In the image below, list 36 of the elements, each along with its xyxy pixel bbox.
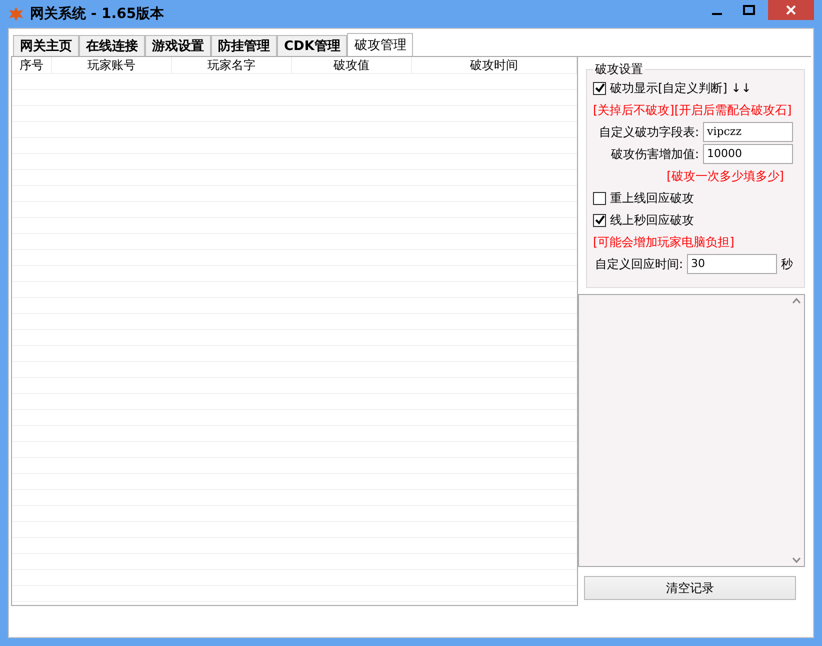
warning-note: [关掉后不破攻][开启后需配合破攻石] <box>593 102 792 118</box>
close-icon <box>786 5 796 15</box>
column-header[interactable]: 玩家名字 <box>172 57 292 73</box>
warning-note: [破攻一次多少填多少] <box>666 168 784 184</box>
column-header[interactable]: 破攻值 <box>292 57 412 73</box>
scroll-up-icon[interactable] <box>792 298 801 304</box>
tab[interactable]: 破攻管理 <box>347 33 414 56</box>
window-title: 网关系统 - 1.65版本 <box>30 5 166 23</box>
tab[interactable]: 防挂管理 <box>211 35 277 56</box>
clear-button[interactable]: 清空记录 <box>584 576 796 600</box>
column-header[interactable]: 玩家账号 <box>52 57 172 73</box>
checkbox[interactable] <box>593 192 606 204</box>
unit-label: 秒 <box>781 256 793 272</box>
tab[interactable]: 游戏设置 <box>145 35 211 56</box>
input-field[interactable]: 30 <box>687 254 777 274</box>
close-button[interactable] <box>768 0 814 20</box>
input-field[interactable]: vipczz <box>703 122 793 142</box>
group-title: 破攻设置 <box>594 61 644 78</box>
tab[interactable]: 网关主页 <box>13 35 79 56</box>
warning-note: [可能会增加玩家电脑负担] <box>593 234 734 250</box>
column-header[interactable]: 破攻时间 <box>412 57 577 73</box>
checkbox-label: 重上线回应破攻 <box>610 190 694 206</box>
input-field[interactable]: 10000 <box>703 144 793 164</box>
field-label: 破攻伤害增加值: <box>610 146 699 162</box>
field-label: 自定义回应时间: <box>594 256 683 272</box>
field-label: 自定义破功字段表: <box>598 124 699 140</box>
scroll-down-icon[interactable] <box>792 557 801 563</box>
minimize-icon <box>712 12 722 14</box>
tab[interactable]: 在线连接 <box>79 35 145 56</box>
maximize-icon <box>743 5 755 15</box>
checkbox-label: 线上秒回应破攻 <box>610 212 694 228</box>
checkbox[interactable] <box>593 214 606 226</box>
checkbox[interactable] <box>593 82 606 94</box>
tab[interactable]: CDK管理 <box>277 35 348 56</box>
checkbox-label: 破功显示[自定义判断] ↓↓ <box>610 80 752 96</box>
column-header[interactable]: 序号 <box>12 57 52 73</box>
